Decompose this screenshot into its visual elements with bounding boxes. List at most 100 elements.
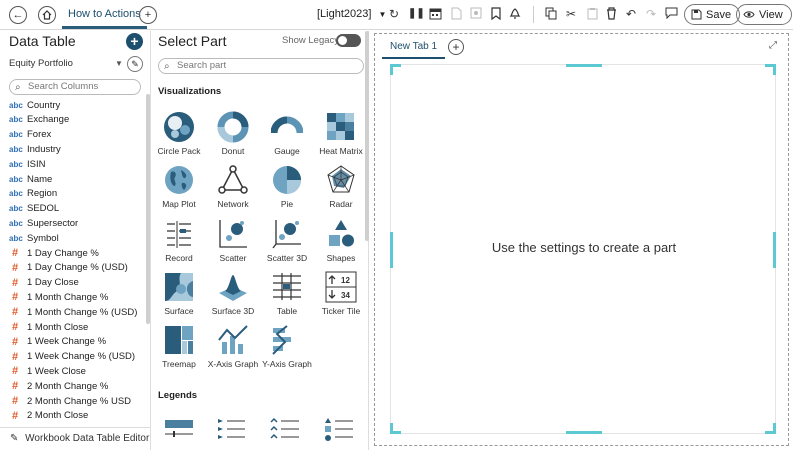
image-export-icon[interactable] xyxy=(469,7,483,21)
part-legend-flags[interactable] xyxy=(214,416,248,445)
home-button[interactable] xyxy=(38,6,56,24)
part-list-scrollbar[interactable] xyxy=(365,31,369,241)
column-name: 2 Month Close xyxy=(27,410,89,422)
part-x-axis-graph[interactable]: X-Axis Graph xyxy=(206,324,260,369)
expand-icon[interactable]: ⤢ xyxy=(769,40,777,51)
part-treemap[interactable]: Treemap xyxy=(152,324,206,369)
part-scatter-3d[interactable]: Scatter 3D xyxy=(260,218,314,263)
copy-icon[interactable] xyxy=(544,7,558,21)
delete-icon[interactable] xyxy=(604,7,618,21)
chevron-down-icon[interactable]: ▼ xyxy=(115,59,123,68)
column-item[interactable]: #1 Day Change % xyxy=(9,246,99,260)
pdf-export-icon[interactable] xyxy=(449,7,463,21)
column-item[interactable]: #1 Week Change % xyxy=(9,335,106,349)
range-legend-icon xyxy=(165,420,193,437)
column-item[interactable]: #2 Month Change % USD xyxy=(9,394,131,408)
part-label: Treemap xyxy=(162,359,196,369)
add-canvas-tab-button[interactable]: + xyxy=(448,39,464,55)
column-item[interactable]: #2 Month Close xyxy=(9,409,88,423)
column-item[interactable]: abc Symbol xyxy=(9,231,59,245)
resize-handle-top[interactable] xyxy=(566,64,602,67)
resize-handle-bottom-right-v[interactable] xyxy=(773,423,776,434)
column-item[interactable]: #2 Month Change % xyxy=(9,379,108,393)
column-item[interactable]: abc Region xyxy=(9,187,57,201)
search-columns-input[interactable]: ⌕ Search Columns xyxy=(9,79,141,95)
view-button[interactable]: View xyxy=(736,4,792,25)
part-legend-shapes[interactable] xyxy=(322,416,356,445)
edit-data-source-button[interactable]: ✎ xyxy=(127,56,143,72)
number-type-icon: # xyxy=(11,380,19,393)
calendar-icon[interactable] xyxy=(428,7,442,21)
line-legend-icon xyxy=(270,417,299,439)
theme-selector[interactable]: [Light2023] ▼ xyxy=(317,8,386,20)
column-item[interactable]: abc Forex xyxy=(9,128,51,142)
part-heat-matrix[interactable]: Heat Matrix xyxy=(314,111,368,156)
text-type-icon: abc xyxy=(9,204,23,214)
part-surface-3d[interactable]: Surface 3D xyxy=(206,271,260,316)
tab-workbook[interactable]: How to Actions xyxy=(62,4,147,29)
part-network[interactable]: Network xyxy=(206,164,260,209)
resize-handle-bottom[interactable] xyxy=(566,431,602,434)
part-donut[interactable]: Donut xyxy=(206,111,260,156)
part-drop-zone[interactable]: Use the settings to create a part xyxy=(390,64,776,434)
bookmark-icon[interactable] xyxy=(489,7,503,21)
part-table[interactable]: Table xyxy=(260,271,314,316)
edit-icon: ✎ xyxy=(10,433,19,444)
column-item[interactable]: abc Name xyxy=(9,172,52,186)
part-radar[interactable]: Radar xyxy=(314,164,368,209)
column-item[interactable]: #1 Week Close xyxy=(9,364,86,378)
column-list-scrollbar[interactable] xyxy=(146,94,150,324)
column-item[interactable]: #1 Month Change % (USD) xyxy=(9,305,137,319)
data-table-title: Data Table xyxy=(9,33,76,49)
part-map-plot[interactable]: Map Plot xyxy=(152,164,206,209)
part-ticker-tile[interactable]: 12 34 Ticker Tile xyxy=(314,271,368,316)
column-item[interactable]: abc Supersector xyxy=(9,216,78,230)
number-type-icon: # xyxy=(11,261,19,274)
data-source-selector[interactable]: Equity Portfolio xyxy=(9,58,73,69)
number-type-icon: # xyxy=(11,335,19,348)
part-y-axis-graph[interactable]: Y-Axis Graph xyxy=(260,324,314,369)
add-tab-button[interactable]: + xyxy=(139,6,157,24)
tab-new-tab-1[interactable]: New Tab 1 xyxy=(382,38,446,59)
column-item[interactable]: abc Exchange xyxy=(9,113,69,127)
column-item[interactable]: abc SEDOL xyxy=(9,202,59,216)
number-type-icon: # xyxy=(11,395,19,407)
column-item[interactable]: abc Industry xyxy=(9,142,61,156)
text-type-icon: abc xyxy=(9,115,23,125)
cut-icon[interactable]: ✂ xyxy=(564,7,578,21)
column-item[interactable]: #1 Week Change % (USD) xyxy=(9,350,135,364)
column-item[interactable]: abc Country xyxy=(9,98,60,112)
show-legacy-toggle[interactable] xyxy=(336,34,361,47)
plus-icon: + xyxy=(130,33,139,49)
comment-icon[interactable] xyxy=(664,7,678,21)
resize-handle-top-right-v[interactable] xyxy=(773,64,776,75)
undo-icon[interactable]: ↶ xyxy=(624,7,638,21)
part-legend-range[interactable] xyxy=(162,416,196,445)
bell-icon[interactable] xyxy=(508,7,522,21)
part-legend-lines[interactable] xyxy=(268,416,302,445)
refresh-icon[interactable]: ↻ xyxy=(387,7,401,21)
paste-icon[interactable] xyxy=(585,7,599,21)
workbook-data-table-editor-link[interactable]: ✎ Workbook Data Table Editor xyxy=(0,427,151,450)
part-shapes[interactable]: Shapes xyxy=(314,218,368,263)
column-item[interactable]: #1 Month Change % xyxy=(9,290,108,304)
resize-handle-bottom-left-v[interactable] xyxy=(390,423,393,434)
search-part-input[interactable]: ⌕ Search part xyxy=(158,58,364,74)
column-item[interactable]: abc ISIN xyxy=(9,157,45,171)
pause-icon[interactable]: ❚❚ xyxy=(408,7,425,21)
resize-handle-top-left-v[interactable] xyxy=(390,64,393,75)
add-data-table-button[interactable]: + xyxy=(126,33,143,50)
part-pie[interactable]: Pie xyxy=(260,164,314,209)
part-surface[interactable]: Surface xyxy=(152,271,206,316)
part-record[interactable]: Record xyxy=(152,218,206,263)
part-scatter[interactable]: Scatter xyxy=(206,218,260,263)
column-item[interactable]: #1 Month Close xyxy=(9,320,88,334)
back-button[interactable]: ← xyxy=(9,6,27,24)
part-gauge[interactable]: Gauge xyxy=(260,111,314,156)
number-type-icon: # xyxy=(11,247,19,259)
column-item[interactable]: #1 Day Change % (USD) xyxy=(9,261,128,275)
save-button[interactable]: Save xyxy=(684,4,741,25)
column-item[interactable]: #1 Day Close xyxy=(9,276,79,290)
redo-icon[interactable]: ↷ xyxy=(644,7,658,21)
part-circle-pack[interactable]: Circle Pack xyxy=(152,111,206,156)
